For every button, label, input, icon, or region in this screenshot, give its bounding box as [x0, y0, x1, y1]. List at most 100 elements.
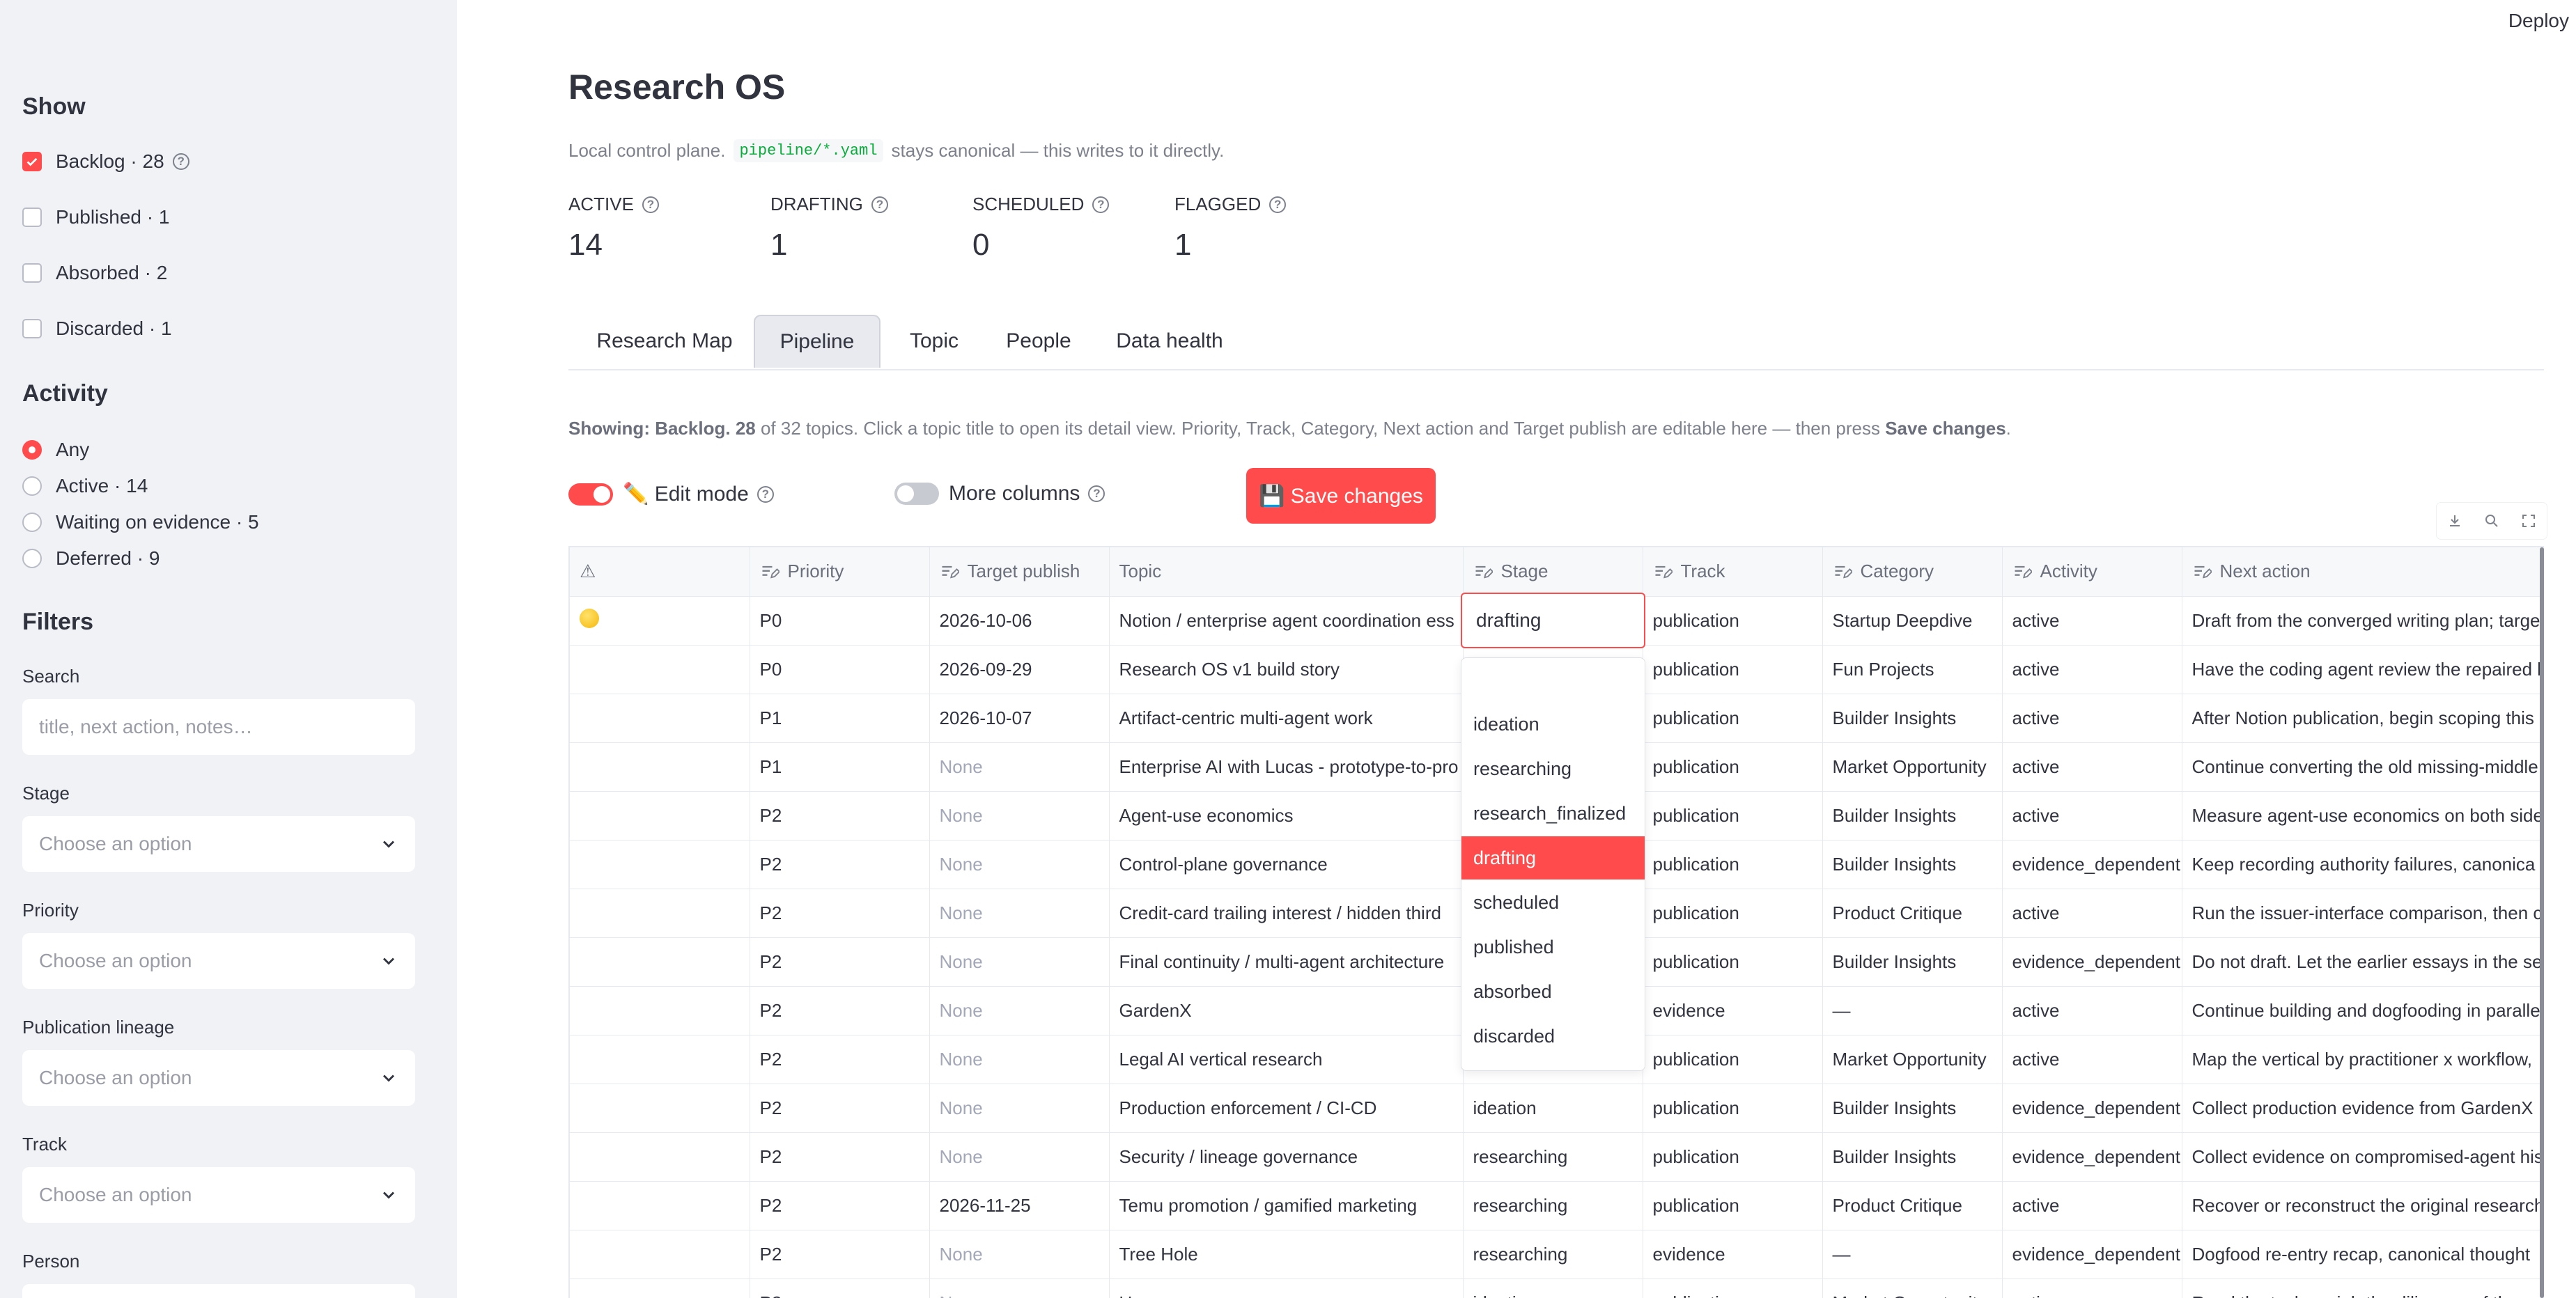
cell-stage[interactable]: researching	[1463, 1132, 1643, 1182]
cell-flag[interactable]	[570, 742, 750, 792]
cell-flag[interactable]	[570, 1035, 750, 1084]
cell-track[interactable]: publication	[1643, 596, 1823, 646]
table-scrollbar[interactable]	[2540, 547, 2544, 1298]
stage-option[interactable]: researching	[1461, 747, 1645, 790]
column-header-track[interactable]: Track	[1643, 547, 1823, 597]
cell-track[interactable]: publication	[1643, 1279, 1823, 1298]
toggle-switch[interactable]	[568, 483, 613, 506]
activity-radio-active[interactable]: Active · 14	[22, 475, 148, 497]
cell-next-action[interactable]: Run the issuer-interface comparison, the…	[2182, 889, 2543, 938]
search-icon[interactable]	[2483, 513, 2500, 529]
cell-priority[interactable]: P0	[750, 645, 930, 694]
cell-flag[interactable]	[570, 1132, 750, 1182]
cell-topic[interactable]: Artifact-centric multi-agent work	[1109, 694, 1464, 743]
cell-topic[interactable]: Notion / enterprise agent coordination e…	[1109, 596, 1464, 646]
column-header-activity[interactable]: Activity	[2002, 547, 2182, 597]
cell-track[interactable]: publication	[1643, 694, 1823, 743]
cell-topic[interactable]: GardenX	[1109, 986, 1464, 1035]
cell-category[interactable]: Builder Insights	[1822, 791, 2003, 840]
cell-activity[interactable]: evidence_dependent	[2002, 937, 2182, 987]
cell-next-action[interactable]: After Notion publication, begin scoping …	[2182, 694, 2543, 743]
cell-flag[interactable]	[570, 1279, 750, 1298]
cell-activity[interactable]: evidence_dependent	[2002, 1084, 2182, 1133]
cell-category[interactable]: Builder Insights	[1822, 1084, 2003, 1133]
cell-priority[interactable]: P1	[750, 742, 930, 792]
cell-target-publish[interactable]: None	[929, 1132, 1110, 1182]
radio-icon[interactable]	[22, 549, 42, 568]
cell-track[interactable]: publication	[1643, 840, 1823, 889]
activity-radio-any[interactable]: Any	[22, 439, 89, 461]
checkbox-checked-icon[interactable]	[22, 152, 42, 171]
cell-track[interactable]: publication	[1643, 1181, 1823, 1230]
cell-priority[interactable]: P2	[750, 889, 930, 938]
tab-pipeline[interactable]: Pipeline	[754, 315, 880, 368]
stage-option[interactable]: absorbed	[1461, 970, 1645, 1013]
tab-people[interactable]: People	[988, 315, 1089, 368]
cell-target-publish[interactable]: None	[929, 742, 1110, 792]
cell-priority[interactable]: P2	[750, 986, 930, 1035]
cell-flag[interactable]	[570, 986, 750, 1035]
cell-target-publish[interactable]: None	[929, 840, 1110, 889]
help-icon[interactable]: ?	[871, 196, 888, 213]
column-header-stage[interactable]: Stage	[1463, 547, 1643, 597]
checkbox-icon[interactable]	[22, 263, 42, 283]
cell-category[interactable]: Market Opportunity	[1822, 742, 2003, 792]
cell-track[interactable]: publication	[1643, 1132, 1823, 1182]
cell-next-action[interactable]: Draft from the converged writing plan; t…	[2182, 596, 2543, 646]
cell-flag[interactable]	[570, 840, 750, 889]
cell-next-action[interactable]: Continue converting the old missing-midd…	[2182, 742, 2543, 792]
cell-target-publish[interactable]: None	[929, 1230, 1110, 1279]
more-columns-toggle[interactable]: More columns ?	[894, 482, 1105, 506]
stage-option[interactable]: research_finalized	[1461, 792, 1645, 835]
show-checkbox-published[interactable]: Published · 1	[22, 206, 169, 228]
cell-topic[interactable]: Un-- -- - - - - ---- - - --	[1109, 1279, 1464, 1298]
cell-topic[interactable]: Legal AI vertical research	[1109, 1035, 1464, 1084]
stage-option-selected[interactable]: drafting	[1461, 836, 1645, 879]
stage-option[interactable]: ideation	[1461, 703, 1645, 746]
cell-activity[interactable]: active	[2002, 1035, 2182, 1084]
save-changes-button[interactable]: 💾 Save changes	[1246, 468, 1436, 524]
search-input[interactable]: title, next action, notes…	[22, 699, 415, 755]
show-checkbox-absorbed[interactable]: Absorbed · 2	[22, 262, 167, 284]
cell-flag[interactable]	[570, 1230, 750, 1279]
fullscreen-icon[interactable]	[2520, 513, 2537, 529]
cell-priority[interactable]: P2	[750, 937, 930, 987]
show-checkbox-discarded[interactable]: Discarded · 1	[22, 318, 172, 340]
cell-flag[interactable]	[570, 937, 750, 987]
cell-category[interactable]: —	[1822, 986, 2003, 1035]
cell-activity[interactable]: active	[2002, 694, 2182, 743]
cell-next-action[interactable]: Measure agent-use economics on both side	[2182, 791, 2543, 840]
cell-target-publish[interactable]: None	[929, 1279, 1110, 1298]
activity-radio-waiting[interactable]: Waiting on evidence · 5	[22, 511, 259, 533]
download-icon[interactable]	[2446, 513, 2463, 529]
cell-topic[interactable]: Credit-card trailing interest / hidden t…	[1109, 889, 1464, 938]
radio-icon[interactable]	[22, 513, 42, 532]
cell-priority[interactable]: P0	[750, 596, 930, 646]
show-checkbox-backlog[interactable]: Backlog · 28 ?	[22, 150, 189, 173]
cell-target-publish[interactable]: 2026-10-06	[929, 596, 1110, 646]
cell-next-action[interactable]: Dogfood re-entry recap, canonical though…	[2182, 1230, 2543, 1279]
activity-radio-deferred[interactable]: Deferred · 9	[22, 547, 160, 570]
column-header-flag[interactable]: ⚠	[570, 547, 750, 597]
cell-target-publish[interactable]: None	[929, 986, 1110, 1035]
column-header-target-publish[interactable]: Target publish	[929, 547, 1110, 597]
cell-category[interactable]: Product Critique	[1822, 1181, 2003, 1230]
cell-target-publish[interactable]: 2026-09-29	[929, 645, 1110, 694]
cell-track[interactable]: evidence	[1643, 1230, 1823, 1279]
cell-flag[interactable]	[570, 645, 750, 694]
priority-filter-select[interactable]: Choose an option	[22, 933, 415, 989]
stage-option[interactable]: published	[1461, 925, 1645, 969]
cell-track[interactable]: publication	[1643, 742, 1823, 792]
cell-topic[interactable]: Production enforcement / CI-CD	[1109, 1084, 1464, 1133]
stage-option-empty[interactable]	[1461, 658, 1645, 701]
cell-next-action[interactable]: Collect production evidence from GardenX	[2182, 1084, 2543, 1133]
tab-data-health[interactable]: Data health	[1096, 315, 1243, 368]
cell-priority[interactable]: P2	[750, 1181, 930, 1230]
cell-next-action[interactable]: Have the coding agent review the repaire…	[2182, 645, 2543, 694]
cell-category[interactable]: Builder Insights	[1822, 1132, 2003, 1182]
cell-category[interactable]: Market Opportunity	[1822, 1035, 2003, 1084]
cell-next-action[interactable]: Collect evidence on compromised-agent hi…	[2182, 1132, 2543, 1182]
cell-topic[interactable]: Final continuity / multi-agent architect…	[1109, 937, 1464, 987]
cell-activity[interactable]: evidence_dependent	[2002, 840, 2182, 889]
tab-research-map[interactable]: Research Map	[582, 315, 747, 368]
